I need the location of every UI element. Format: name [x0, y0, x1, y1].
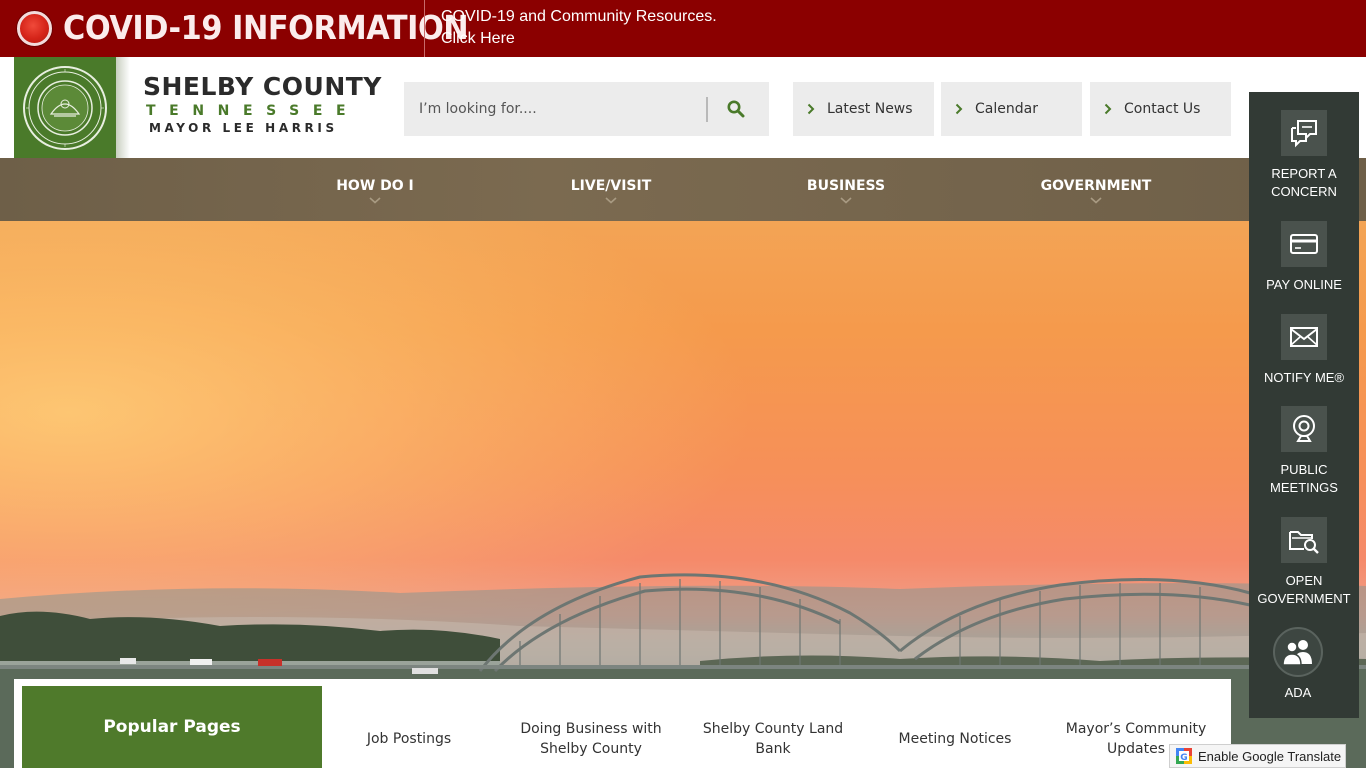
nav-label: HOW DO I — [336, 177, 414, 194]
popular-link-land-bank[interactable]: Shelby County Land Bank — [693, 718, 853, 760]
logo-fade — [116, 57, 130, 158]
envelope-icon — [1281, 314, 1327, 360]
notify-me-button[interactable]: NOTIFY ME® — [1249, 314, 1359, 387]
quick-link-calendar[interactable]: Calendar — [941, 82, 1082, 136]
chat-bubbles-icon — [1281, 110, 1327, 156]
side-label: PUBLIC MEETINGS — [1270, 462, 1338, 495]
quick-link-latest-news[interactable]: Latest News — [793, 82, 934, 136]
popular-link-doing-business[interactable]: Doing Business with Shelby County — [511, 718, 671, 760]
covid-resources-link[interactable]: COVID-19 and Community Resources. Click … — [441, 6, 717, 50]
search-divider — [706, 97, 708, 122]
nav-live-visit[interactable]: LIVE/VISIT — [541, 158, 681, 221]
popular-link-label: Meeting Notices — [898, 731, 1012, 747]
logo-mayor: MAYOR LEE HARRIS — [149, 121, 338, 135]
popular-link-label: Mayor’s Community — [1065, 721, 1207, 737]
public-meetings-button[interactable]: PUBLIC MEETINGS — [1249, 406, 1359, 497]
side-label: OPEN GOVERNMENT — [1257, 573, 1351, 606]
quick-link-label: Contact Us — [1124, 101, 1201, 117]
county-seal-logo[interactable] — [14, 57, 116, 158]
alert-title: COVID-19 INFORMATION — [63, 8, 469, 47]
popular-pages-title: Popular Pages — [22, 686, 322, 768]
quick-link-label: Calendar — [975, 101, 1038, 117]
ada-button[interactable]: ADA — [1243, 627, 1353, 702]
nav-label: BUSINESS — [806, 177, 886, 194]
google-translate-icon: G — [1176, 748, 1192, 764]
quick-link-label: Latest News — [827, 101, 913, 117]
chevron-right-icon — [1104, 103, 1116, 115]
nav-label: GOVERNMENT — [1040, 177, 1152, 194]
credit-card-icon — [1281, 221, 1327, 267]
report-a-concern-button[interactable]: REPORT A CONCERN — [1249, 110, 1359, 201]
search-box — [404, 82, 769, 136]
side-label: ADA — [1284, 685, 1312, 700]
quick-link-contact-us[interactable]: Contact Us — [1090, 82, 1231, 136]
search-button[interactable] — [716, 90, 756, 128]
translate-label: Enable Google Translate — [1198, 748, 1342, 764]
logo-state: TENNESSEE — [146, 103, 360, 119]
open-government-button[interactable]: OPEN GOVERNMENT — [1249, 517, 1359, 608]
chevron-down-icon — [369, 196, 381, 204]
popular-link-label: Doing Business with — [520, 721, 662, 737]
svg-text:G: G — [1180, 753, 1187, 763]
webcam-icon — [1281, 406, 1327, 452]
popular-link-label: Shelby County — [540, 741, 642, 757]
popular-link-label: Shelby County Land — [702, 721, 844, 737]
alert-link-line2: Click Here — [441, 30, 515, 47]
chevron-right-icon — [955, 103, 967, 115]
google-translate-button[interactable]: G Enable Google Translate — [1169, 744, 1346, 768]
popular-link-label: Bank — [755, 741, 791, 757]
alert-dot-icon — [17, 11, 52, 46]
side-label: PAY ONLINE — [1266, 277, 1342, 292]
popular-link-label: Updates — [1107, 741, 1165, 757]
chevron-right-icon — [807, 103, 819, 115]
nav-how-do-i[interactable]: HOW DO I — [305, 158, 445, 221]
chevron-down-icon — [1090, 196, 1102, 204]
pay-online-button[interactable]: PAY ONLINE — [1249, 221, 1359, 294]
chevron-down-icon — [605, 196, 617, 204]
chevron-down-icon — [840, 196, 852, 204]
search-input[interactable] — [404, 82, 704, 136]
nav-government[interactable]: GOVERNMENT — [1021, 158, 1171, 221]
folder-search-icon — [1281, 517, 1327, 563]
popular-link-label: Job Postings — [366, 731, 452, 747]
people-icon — [1273, 627, 1323, 677]
nav-label: LIVE/VISIT — [570, 177, 652, 194]
logo-title[interactable]: SHELBY COUNTY — [143, 72, 382, 101]
alert-divider — [424, 0, 425, 57]
popular-link-meeting-notices[interactable]: Meeting Notices — [880, 710, 1030, 768]
popular-link-job-postings[interactable]: Job Postings — [339, 710, 479, 768]
county-seal-icon — [23, 66, 107, 150]
side-label: NOTIFY ME® — [1263, 370, 1345, 385]
nav-business[interactable]: BUSINESS — [776, 158, 916, 221]
quick-actions-panel: REPORT A CONCERN PAY ONLINE NOTIFY ME® P… — [1249, 92, 1359, 718]
side-label: REPORT A CONCERN — [1271, 166, 1337, 199]
alert-link-line1: COVID-19 and Community Resources. — [441, 8, 717, 25]
search-icon — [727, 100, 745, 118]
